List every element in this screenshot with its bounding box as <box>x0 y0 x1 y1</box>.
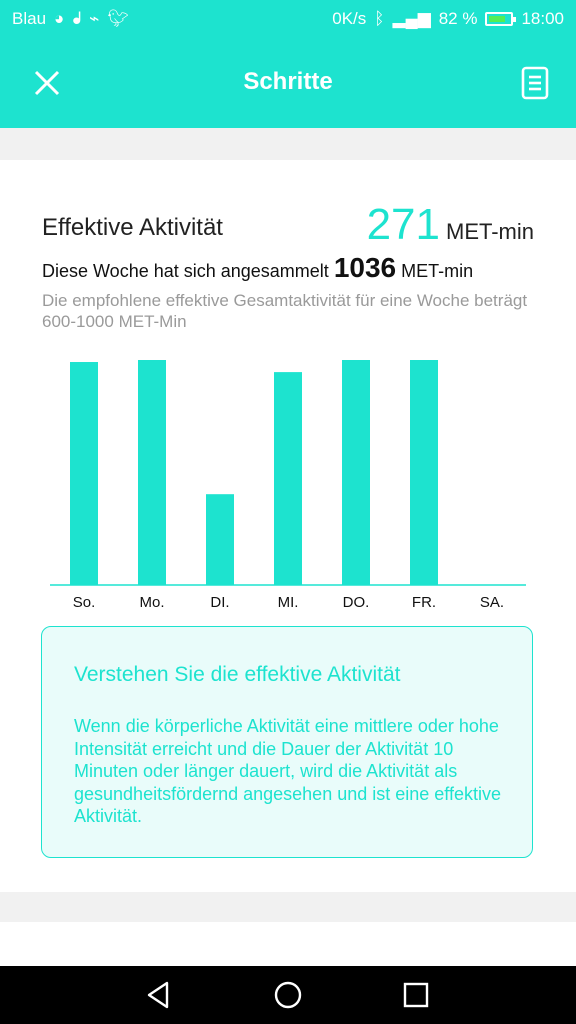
chart-tick-label-3: MI. <box>278 594 299 611</box>
info-box: Verstehen Sie die effektive Aktivität We… <box>41 626 533 858</box>
chart-tick-label-4: DO. <box>343 594 370 611</box>
bluetooth-icon: ᛒ <box>374 9 385 28</box>
status-left: Blau ◕ ᖱ ⌁ 🐦︎ <box>12 9 129 29</box>
chart-tick-label-0: So. <box>73 594 96 611</box>
home-button[interactable] <box>272 979 304 1011</box>
signal-icon: ▂▄▆ <box>392 9 431 28</box>
battery-percent: 82 % <box>438 9 478 28</box>
chart-bar-2 <box>206 494 234 585</box>
network-speed: 0K/s <box>332 9 367 28</box>
app-notification-icon: ◕ <box>54 9 65 28</box>
carrier-label: Blau <box>12 9 47 28</box>
chart-tick-label-1: Mo. <box>139 594 164 611</box>
app-bar: Schritte <box>0 40 576 128</box>
twitter-icon: 🐦︎ <box>107 9 129 28</box>
chart-tick-label-5: FR. <box>412 594 436 611</box>
chart-tick-label-6: SA. <box>480 594 504 611</box>
weekly-activity-chart: So. Mo. DI. MI. DO. FR. SA. <box>50 360 526 611</box>
chart-bar-4 <box>342 360 370 585</box>
recents-icon <box>403 982 429 1008</box>
chart-bar-0 <box>70 362 98 585</box>
clock: 18:00 <box>521 9 564 28</box>
back-button[interactable] <box>143 979 175 1011</box>
activity-title: Effektive Aktivität <box>42 214 223 241</box>
page-title: Schritte <box>243 68 333 95</box>
chart-bar-1 <box>138 360 166 585</box>
document-icon <box>521 66 549 100</box>
status-bar: Blau ◕ ᖱ ⌁ 🐦︎ 0K/s ᛒ ▂▄▆ 82 % 18:00 <box>0 0 576 40</box>
activity-value: 271 <box>366 200 440 249</box>
info-title: Verstehen Sie die effektive Aktivität <box>74 663 401 686</box>
week-summary: Diese Woche hat sich angesammelt 1036 ME… <box>42 252 473 284</box>
recommendation-text: Die empfohlene effektive Gesamtaktivität… <box>42 291 528 331</box>
report-button[interactable] <box>518 64 554 104</box>
week-summary-label: Diese Woche hat sich angesammelt <box>42 261 329 281</box>
battery-fill <box>489 16 506 22</box>
activity-card: Effektive Aktivität 271 MET-min Diese Wo… <box>0 160 576 892</box>
usb-icon: ⌁ <box>89 9 100 28</box>
battery-icon <box>485 12 517 26</box>
chart-tick-label-2: DI. <box>210 594 229 611</box>
week-summary-unit: MET-min <box>401 261 474 281</box>
activity-value-group: 271 MET-min <box>367 200 534 250</box>
back-icon <box>147 981 169 1009</box>
download-icon: ᖱ <box>72 9 82 28</box>
activity-unit: MET-min <box>446 219 534 244</box>
week-summary-value: 1036 <box>333 252 397 283</box>
chart-bar-3 <box>274 372 302 585</box>
chart-bar-5 <box>410 360 438 585</box>
navigation-bar <box>0 966 576 1024</box>
status-right: 0K/s ᛒ ▂▄▆ 82 % 18:00 <box>332 9 564 29</box>
recents-button[interactable] <box>400 979 432 1011</box>
info-text: Wenn die körperliche Aktivität eine mitt… <box>74 716 501 826</box>
home-icon <box>274 981 302 1009</box>
